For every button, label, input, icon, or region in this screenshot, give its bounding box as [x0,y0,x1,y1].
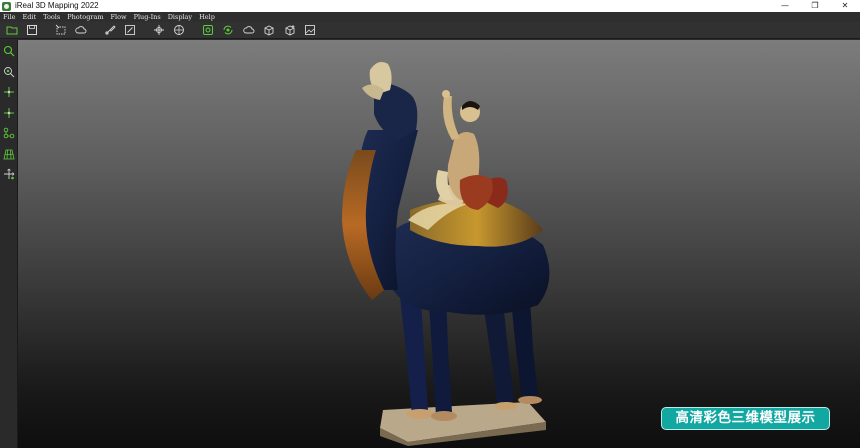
cloud-outline-icon[interactable] [241,23,256,38]
menu-photogram[interactable]: Photogram [67,12,103,22]
close-button[interactable]: ✕ [830,0,860,12]
menu-file[interactable]: File [3,12,16,22]
window-controls: — ❐ ✕ [770,0,860,12]
open-folder-icon[interactable] [4,23,19,38]
axis-y-icon[interactable] [2,106,16,120]
brush-icon[interactable] [102,23,117,38]
title-bar: iReal 3D Mapping 2022 — ❐ ✕ [0,0,860,12]
image-icon[interactable] [303,23,318,38]
cube-plus-icon[interactable] [282,23,297,38]
zoom-fit-icon[interactable] [2,65,16,79]
grid-mesh-icon[interactable] [2,147,16,161]
left-toolbar [0,40,18,448]
menu-bar: File Edit Tools Photogram Flow Plug-Ins … [0,12,860,22]
window-title: iReal 3D Mapping 2022 [15,1,99,10]
pan-icon[interactable] [2,167,16,181]
caption-banner: 高清彩色三维模型展示 [661,407,830,430]
menu-plug-ins[interactable]: Plug-Ins [134,12,161,22]
save-icon[interactable] [25,23,40,38]
cube-icon[interactable] [262,23,277,38]
camel-model-render [342,62,550,446]
menu-tools[interactable]: Tools [43,12,60,22]
main-toolbar [0,22,860,39]
crop-icon[interactable] [53,23,68,38]
app-logo-icon [2,1,11,11]
gear-refresh-icon[interactable] [221,23,236,38]
menu-help[interactable]: Help [199,12,215,22]
gear-flow-icon[interactable] [200,23,215,38]
target-icon[interactable] [151,23,166,38]
cloud-icon[interactable] [74,23,89,38]
connect-nodes-icon[interactable] [2,126,16,140]
menu-edit[interactable]: Edit [23,12,37,22]
minimize-button[interactable]: — [770,0,800,12]
edit-icon[interactable] [123,23,138,38]
menu-flow[interactable]: Flow [111,12,127,22]
zoom-icon[interactable] [2,44,16,58]
maximize-button[interactable]: ❐ [800,0,830,12]
menu-display[interactable]: Display [168,12,192,22]
crosshair-icon[interactable] [172,23,187,38]
3d-viewport[interactable] [18,40,860,448]
axis-x-icon[interactable] [2,85,16,99]
